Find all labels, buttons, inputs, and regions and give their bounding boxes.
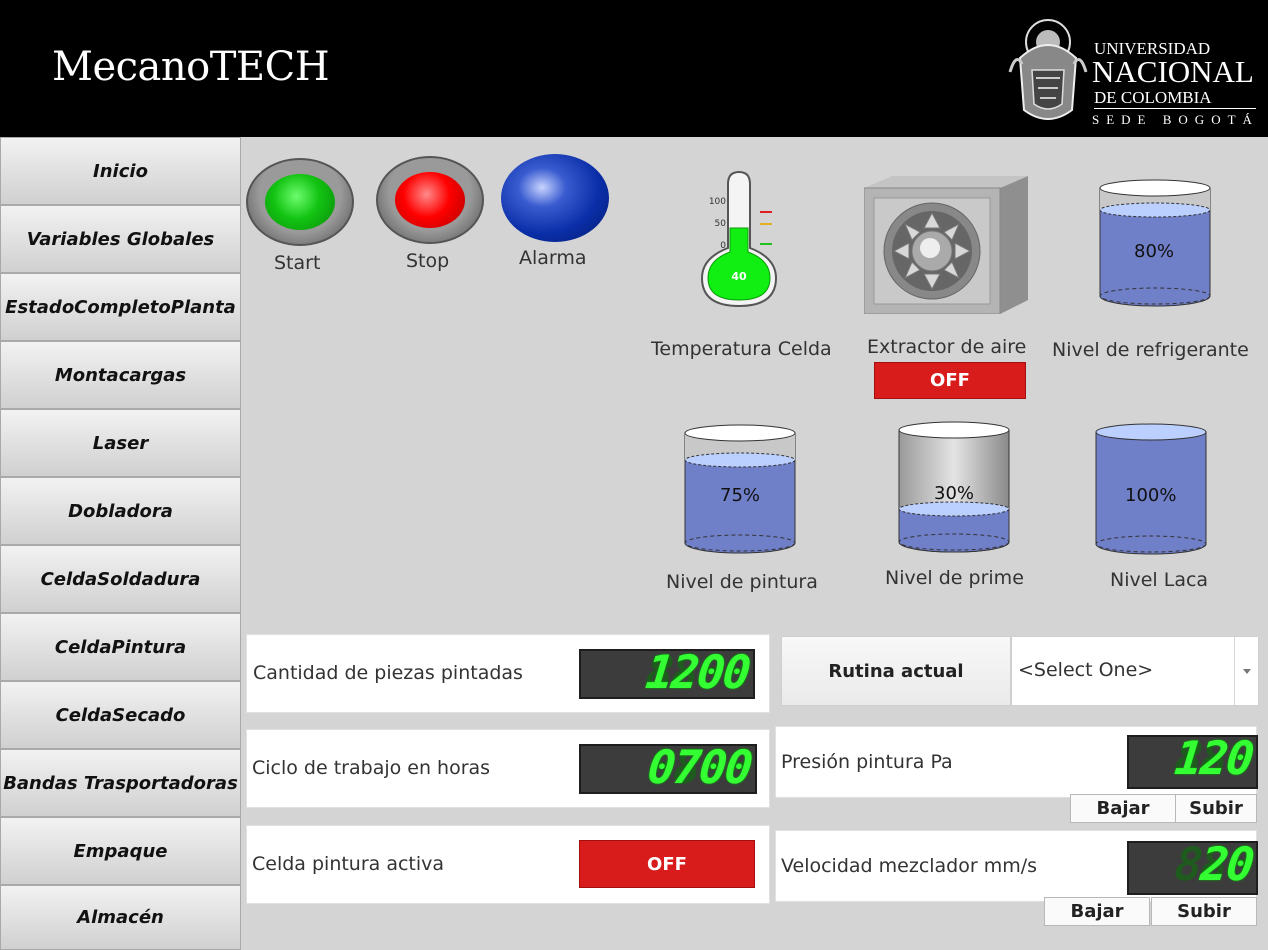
rutina-select[interactable]: <Select One>: [1011, 636, 1259, 706]
celda-activa-toggle[interactable]: OFF: [579, 840, 755, 888]
logo-line-sede: SEDE BOGOTÁ: [1092, 112, 1259, 127]
ciclo-panel: Ciclo de trabajo en horas 8888 0700: [246, 729, 770, 808]
piezas-display: 8888 1200: [579, 649, 755, 699]
presion-label: Presión pintura Pa: [781, 751, 953, 773]
tank-prime-value: 30%: [934, 483, 975, 504]
sidebar-item-montacargas[interactable]: Montacargas: [0, 341, 241, 409]
alarm-indicator: [501, 154, 609, 242]
piezas-display-value: 1200: [643, 649, 752, 699]
tank-laca-label: Nivel Laca: [1110, 569, 1209, 591]
velocidad-display-value: 20: [1197, 841, 1255, 891]
presion-bajar-button[interactable]: Bajar: [1070, 794, 1176, 823]
sidebar-item-celda-secado[interactable]: CeldaSecado: [0, 681, 241, 749]
presion-display-value: 120: [1172, 735, 1255, 785]
velocidad-label: Velocidad mezclador mm/s: [781, 855, 1038, 877]
thermometer-icon: 100 50 0 40: [700, 170, 778, 308]
extractor-fan-icon: [864, 176, 1028, 314]
tank-refrigerante-label: Nivel de refrigerante: [1052, 339, 1249, 361]
sidebar-item-estado-completo-planta[interactable]: EstadoCompletoPlanta: [0, 273, 241, 341]
tank-refrigerante-value: 80%: [1134, 241, 1175, 262]
header-bar: MecanoTECH UNIVERSIDAD NACIONAL DE COLOM…: [0, 0, 1268, 137]
alarm-label: Alarma: [519, 247, 587, 269]
presion-display: 888 120: [1127, 735, 1258, 789]
stop-button[interactable]: [376, 156, 484, 244]
thermometer-value: 40: [731, 270, 747, 283]
tank-pintura-label: Nivel de pintura: [666, 571, 818, 593]
brand-title: MecanoTECH: [52, 44, 330, 90]
celda-activa-panel: Celda pintura activa OFF: [246, 825, 770, 904]
ciclo-display: 8888 0700: [579, 744, 757, 794]
piezas-label: Cantidad de piezas pintadas: [253, 662, 523, 684]
start-button[interactable]: [246, 158, 354, 246]
extractor-label: Extractor de aire: [867, 336, 1027, 358]
thermometer-gauge: 100 50 0 40: [690, 170, 790, 310]
sidebar-item-almacen[interactable]: Almacén: [0, 885, 241, 950]
celda-activa-label: Celda pintura activa: [252, 853, 445, 875]
sidebar-item-dobladora[interactable]: Dobladora: [0, 477, 241, 545]
velocidad-panel: Velocidad mezclador mm/s 888 20: [775, 830, 1258, 902]
velocidad-display: 888 20: [1127, 841, 1258, 895]
sidebar: Inicio Variables Globales EstadoCompleto…: [0, 137, 241, 950]
logo-line-colombia: DE COLOMBIA: [1094, 88, 1212, 107]
sidebar-item-laser[interactable]: Laser: [0, 409, 241, 477]
stop-lamp-icon: [395, 172, 465, 228]
tank-prime-label: Nivel de prime: [885, 567, 1024, 589]
velocidad-bajar-button[interactable]: Bajar: [1044, 897, 1150, 926]
logo-divider: [1094, 108, 1256, 109]
sidebar-item-celda-pintura[interactable]: CeldaPintura: [0, 613, 241, 681]
start-label: Start: [274, 252, 321, 274]
extractor-status-toggle[interactable]: OFF: [874, 362, 1026, 399]
presion-panel: Presión pintura Pa 888 120: [775, 726, 1258, 798]
velocidad-subir-button[interactable]: Subir: [1151, 897, 1257, 926]
stop-label: Stop: [406, 250, 450, 272]
temperature-label: Temperatura Celda: [651, 338, 832, 360]
logo-line-nacional: NACIONAL: [1092, 54, 1254, 89]
crest-icon: [1008, 19, 1088, 120]
chevron-down-icon[interactable]: [1234, 637, 1258, 705]
thermo-tick-50: 50: [715, 219, 727, 229]
university-logo: UNIVERSIDAD NACIONAL DE COLOMBIA SEDE BO…: [1006, 12, 1262, 132]
presion-subir-button[interactable]: Subir: [1175, 794, 1257, 823]
ciclo-display-value: 0700: [645, 744, 754, 794]
tank-laca-value: 100%: [1125, 485, 1177, 506]
tank-pintura-value: 75%: [720, 485, 761, 506]
rutina-actual-button[interactable]: Rutina actual: [781, 636, 1011, 706]
piezas-panel: Cantidad de piezas pintadas 8888 1200: [246, 634, 770, 713]
sidebar-item-empaque[interactable]: Empaque: [0, 817, 241, 885]
start-lamp-icon: [265, 174, 335, 230]
thermo-tick-100: 100: [709, 197, 726, 207]
sidebar-item-inicio[interactable]: Inicio: [0, 137, 241, 205]
rutina-select-value: <Select One>: [1018, 659, 1154, 681]
sidebar-item-celda-soldadura[interactable]: CeldaSoldadura: [0, 545, 241, 613]
sidebar-item-variables-globales[interactable]: Variables Globales: [0, 205, 241, 273]
sidebar-item-bandas-trasportadoras[interactable]: Bandas Trasportadoras: [0, 749, 241, 817]
thermo-tick-0: 0: [720, 241, 726, 251]
ciclo-label: Ciclo de trabajo en horas: [252, 757, 491, 779]
